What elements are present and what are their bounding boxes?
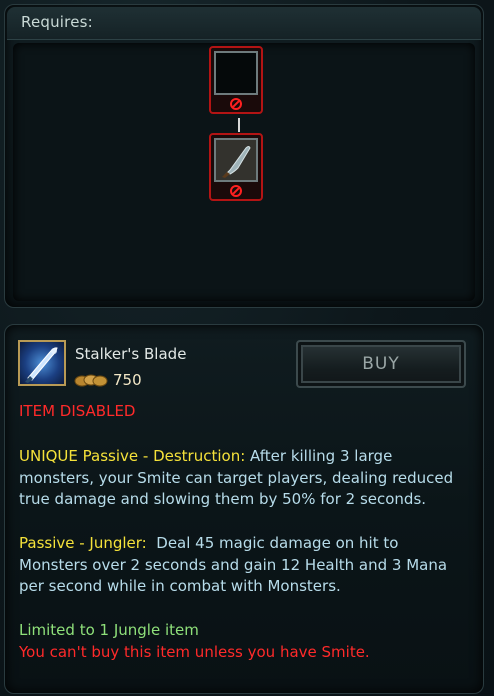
item-name: Stalker's Blade — [75, 345, 187, 363]
jungler-passive-label: Passive - Jungler: — [19, 534, 147, 552]
tree-connector — [238, 118, 240, 132]
item-limit-text: Limited to 1 Jungle item — [19, 621, 199, 639]
item-tooltip-window: Requires: Stalker's Blade 750 BUY ITEM D… — [0, 0, 494, 696]
unavailable-icon — [230, 98, 242, 110]
gold-icon — [74, 374, 108, 387]
buy-button[interactable]: BUY — [296, 340, 466, 388]
unique-passive-description: UNIQUE Passive - Destruction: After kill… — [19, 446, 466, 511]
empty-item-icon — [214, 51, 258, 95]
item-price: 750 — [113, 371, 142, 389]
unavailable-icon — [230, 185, 242, 197]
required-slot-empty[interactable] — [209, 46, 263, 114]
unique-passive-label: UNIQUE Passive - Destruction: — [19, 447, 246, 465]
blade-icon — [216, 140, 256, 180]
blue-blade-icon — [25, 347, 58, 383]
machete-icon — [214, 138, 258, 182]
purchase-restriction-text: You can't buy this item unless you have … — [19, 643, 370, 661]
required-slot-hunters-machete[interactable] — [209, 133, 263, 201]
jungler-passive-description: Passive - Jungler: Deal 45 magic damage … — [19, 533, 466, 598]
requires-title: Requires: — [21, 13, 93, 31]
stalkers-blade-icon — [18, 340, 66, 386]
requires-header: Requires: — [7, 7, 481, 40]
item-disabled-label: ITEM DISABLED — [19, 402, 136, 420]
